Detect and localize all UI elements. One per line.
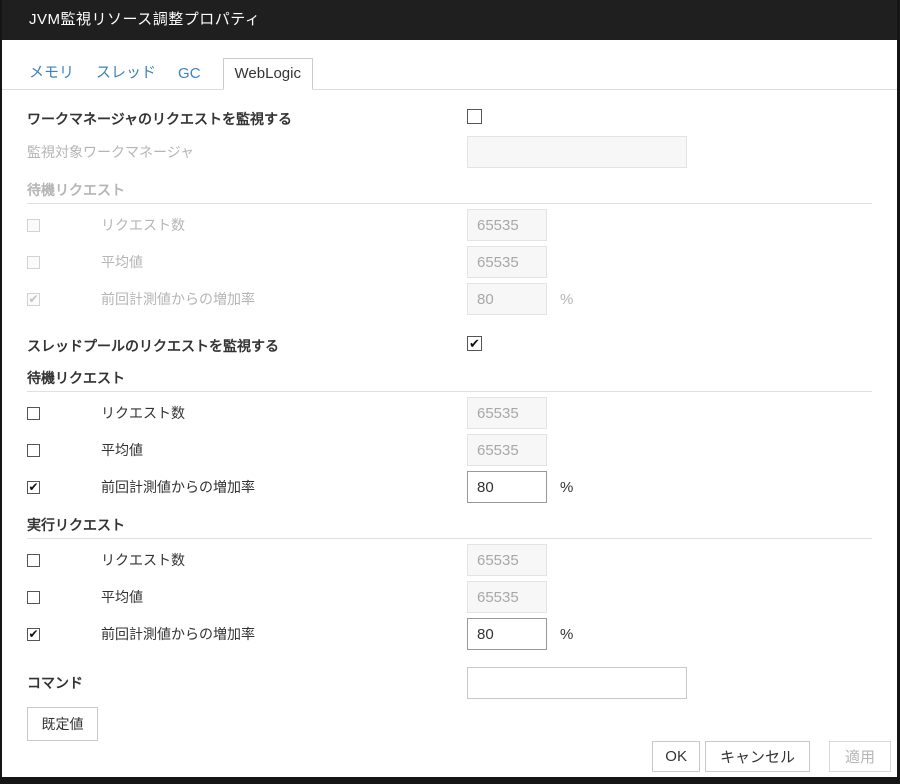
tp-exec-request-count-input [467,544,547,576]
tab-gc[interactable]: GC [178,59,201,89]
tab-bar: メモリ スレッド GC WebLogic [2,55,897,90]
cancel-button[interactable]: キャンセル [705,741,810,772]
tp-wait-increase-rate-checkbox[interactable] [27,481,40,494]
dialog-title: JVM監視リソース調整プロパティ [2,0,897,40]
thread-pool-monitor-checkbox[interactable] [467,336,482,351]
tp-wait-increase-rate-label: 前回計測値からの増加率 [101,477,255,497]
wm-wait-request-count-label: リクエスト数 [101,215,185,235]
tp-wait-increase-rate-unit: % [560,479,573,496]
tp-wait-increase-rate-input[interactable] [467,471,547,503]
tp-exec-request-count-label: リクエスト数 [101,550,185,570]
wm-wait-requests-header: 待機リクエスト [27,180,872,204]
work-manager-monitor-checkbox[interactable] [467,109,482,124]
tp-exec-increase-rate-unit: % [560,626,573,643]
tp-exec-average-input [467,581,547,613]
ok-button[interactable]: OK [652,741,700,772]
tp-wait-average-checkbox[interactable] [27,444,40,457]
work-manager-monitor-label: ワークマネージャのリクエストを監視する [27,109,467,129]
target-work-manager-label: 監視対象ワークマネージャ [27,142,467,162]
dialog-footer: OK キャンセル 適用 [2,741,897,778]
tab-memory[interactable]: メモリ [29,55,74,89]
tp-wait-average-input [467,434,547,466]
wm-wait-average-label: 平均値 [101,252,143,272]
tp-exec-increase-rate-checkbox[interactable] [27,628,40,641]
tp-wait-requests-header: 待機リクエスト [27,368,872,392]
wm-wait-request-count-input [467,209,547,241]
wm-wait-increase-rate-checkbox [27,293,40,306]
tp-exec-increase-rate-label: 前回計測値からの増加率 [101,624,255,644]
tp-wait-request-count-checkbox[interactable] [27,407,40,420]
tab-panel-weblogic: ワークマネージャのリクエストを監視する 監視対象ワークマネージャ 待機リクエスト… [2,90,897,741]
tp-exec-increase-rate-input[interactable] [467,618,547,650]
tp-wait-average-label: 平均値 [101,440,143,460]
target-work-manager-input [467,136,687,168]
wm-wait-average-checkbox [27,256,40,269]
command-input[interactable] [467,667,687,699]
tp-wait-request-count-label: リクエスト数 [101,403,185,423]
apply-button: 適用 [829,741,891,772]
wm-wait-increase-rate-label: 前回計測値からの増加率 [101,289,255,309]
tp-exec-request-count-checkbox[interactable] [27,554,40,567]
default-values-button[interactable]: 既定値 [27,707,98,741]
wm-wait-increase-rate-input [467,283,547,315]
jvm-tuning-properties-dialog: JVM監視リソース調整プロパティ メモリ スレッド GC WebLogic ワー… [0,0,900,784]
tab-weblogic[interactable]: WebLogic [223,58,313,90]
tp-exec-requests-header: 実行リクエスト [27,515,872,539]
thread-pool-monitor-label: スレッドプールのリクエストを監視する [27,336,467,356]
tp-exec-average-checkbox[interactable] [27,591,40,604]
wm-wait-increase-rate-unit: % [560,291,573,308]
wm-wait-request-count-checkbox [27,219,40,232]
command-label: コマンド [27,673,467,693]
tab-thread[interactable]: スレッド [96,55,156,89]
tp-wait-request-count-input [467,397,547,429]
wm-wait-average-input [467,246,547,278]
tp-exec-average-label: 平均値 [101,587,143,607]
